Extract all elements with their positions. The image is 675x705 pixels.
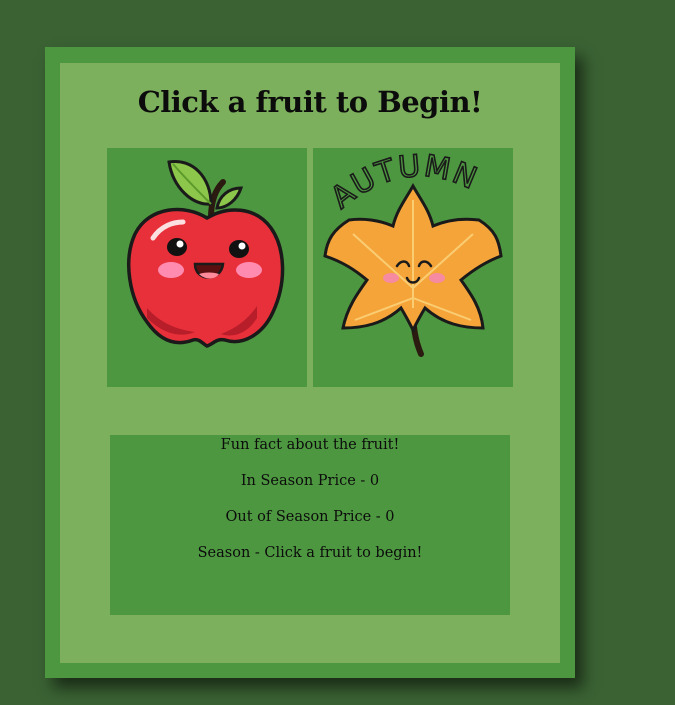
fruit-button-autumn[interactable]: AUTUMN bbox=[313, 148, 513, 387]
autumn-leaf-icon: AUTUMN bbox=[323, 148, 503, 357]
fun-fact-text: Fun fact about the fruit! bbox=[220, 437, 400, 453]
out-season-price-text: Out of Season Price - 0 bbox=[225, 509, 395, 525]
season-text: Season - Click a fruit to begin! bbox=[197, 545, 423, 561]
fruit-button-apple[interactable] bbox=[107, 148, 307, 387]
in-season-price-text: In Season Price - 0 bbox=[240, 473, 380, 489]
page-title: Click a fruit to Begin! bbox=[137, 85, 483, 119]
game-card: Click a fruit to Begin! AUTUMN Fun fact … bbox=[45, 47, 575, 678]
fruit-info-panel: Fun fact about the fruit! In Season Pric… bbox=[110, 435, 510, 615]
game-card-inner: Click a fruit to Begin! AUTUMN Fun fact … bbox=[60, 63, 560, 663]
apple-icon bbox=[127, 160, 285, 348]
